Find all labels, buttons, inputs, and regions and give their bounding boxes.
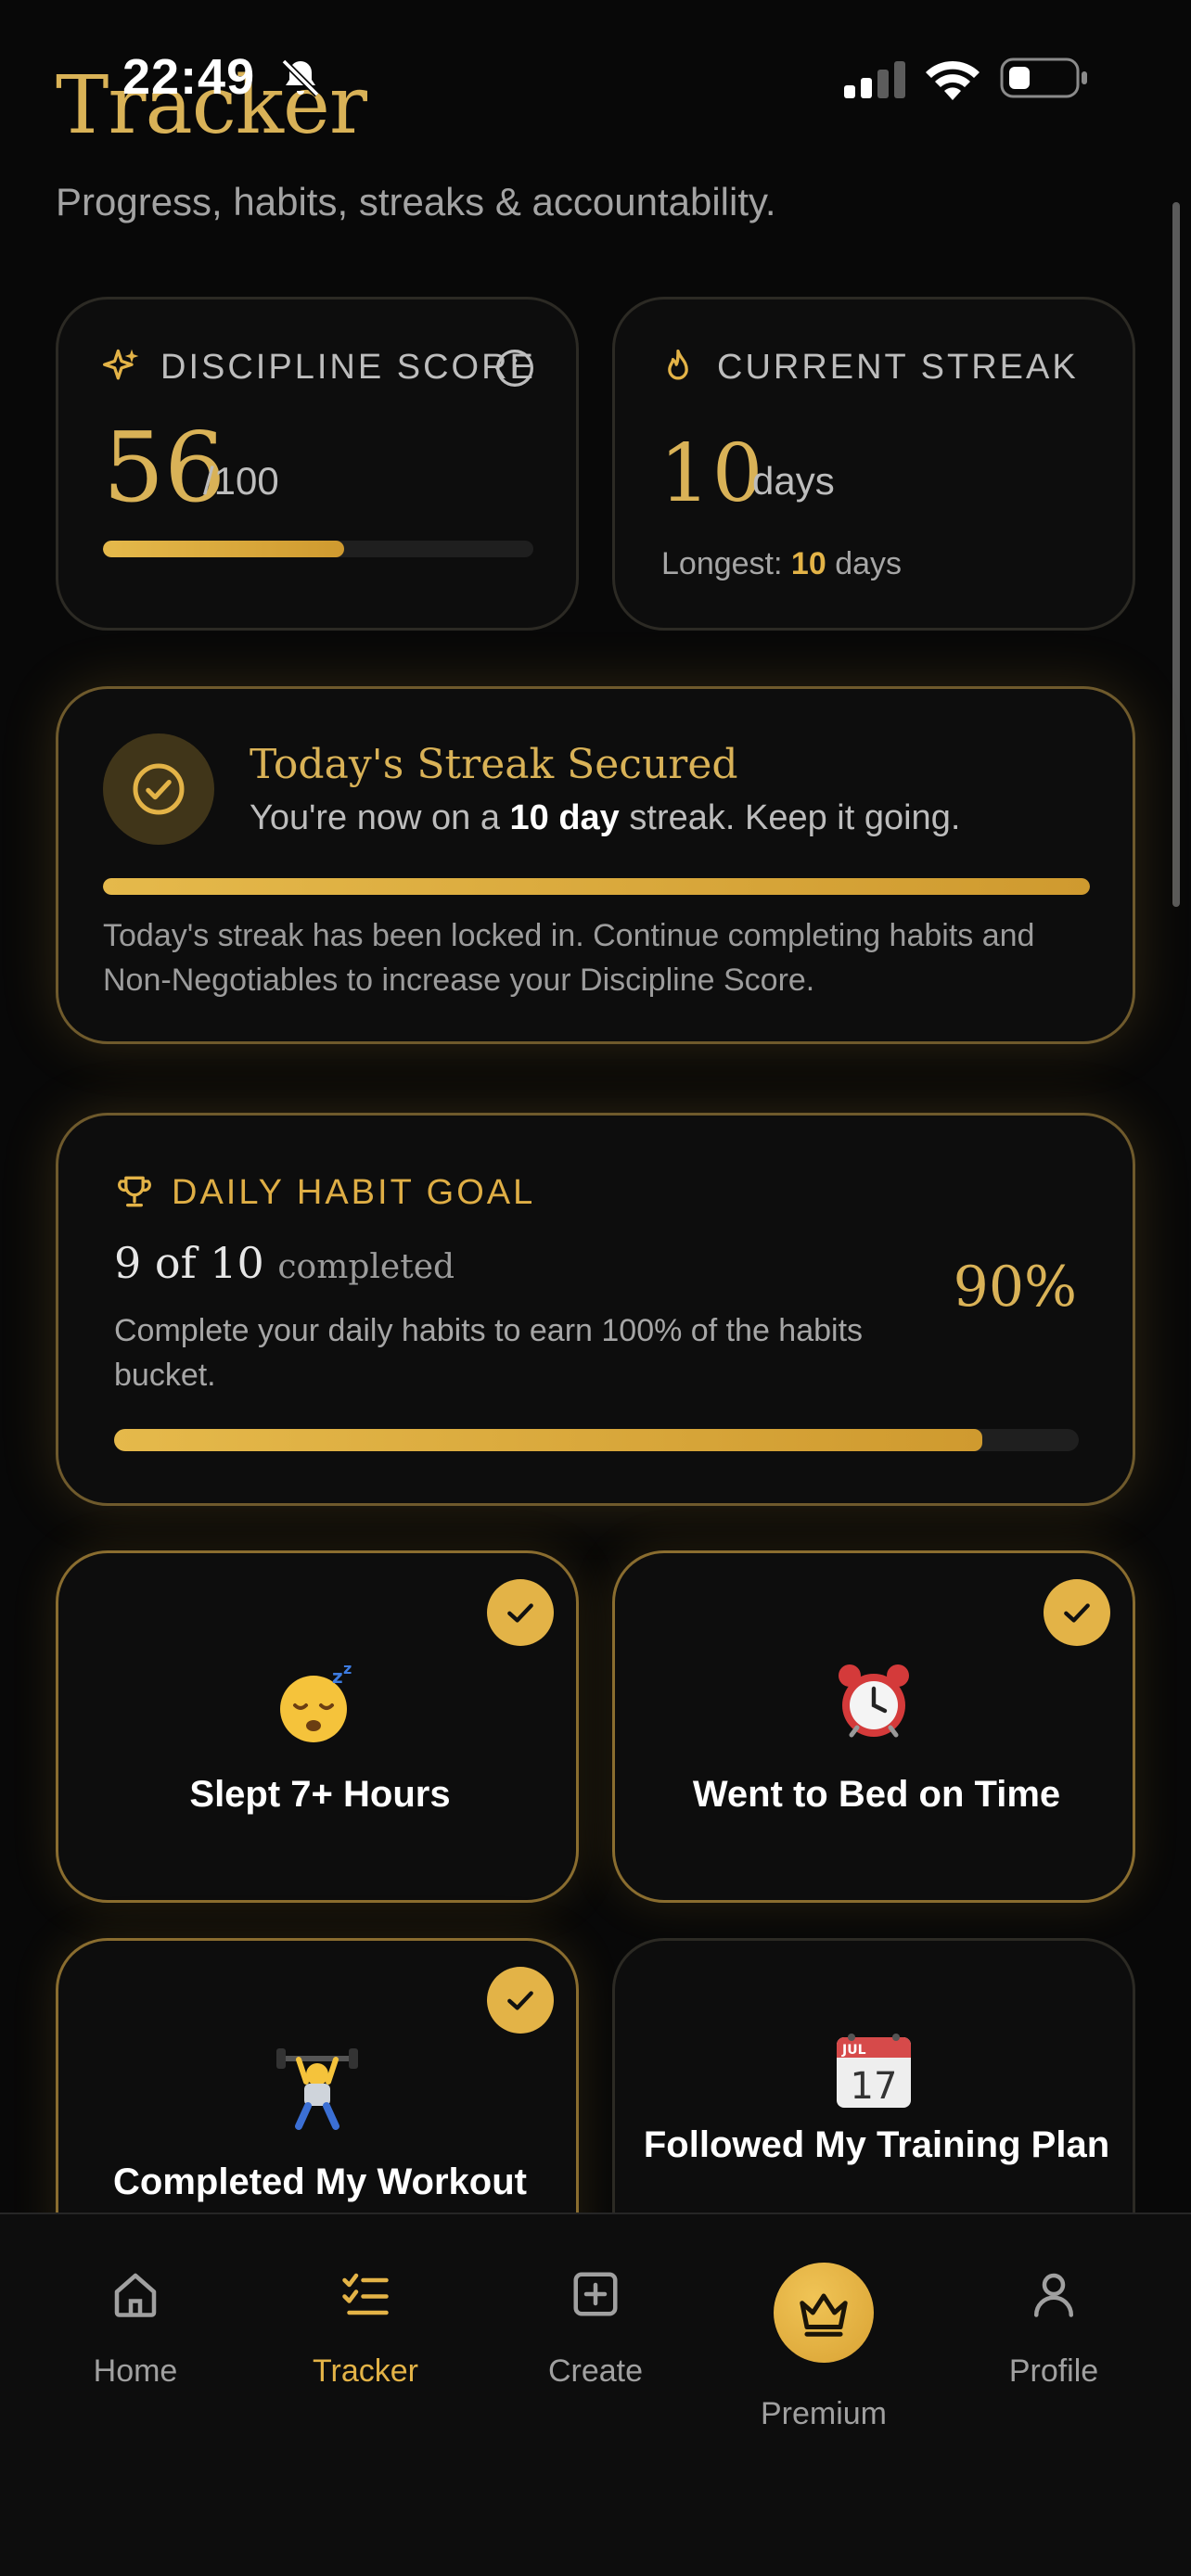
longest-streak-prefix: Longest: [661,546,783,581]
daily-habit-goal-card: DAILY HABIT GOAL 9 of 10 completed Compl… [56,1113,1135,1506]
plus-square-icon [573,2272,618,2316]
goal-count-value: 9 of 10 [114,1238,264,1288]
tab-home-label: Home [93,2353,178,2389]
discipline-score-bar [103,541,533,557]
discipline-score-card: DISCIPLINE SCORE 56 /100 [56,297,579,631]
streak-secured-title: Today's Streak Secured [250,741,738,788]
wifi-icon [926,60,980,100]
tracker-screen: Tracker 22:49 Progress, habits, streaks … [0,0,1191,2576]
habit-done-check [487,1579,554,1646]
flame-icon [668,349,688,380]
streak-secured-badge [103,733,214,845]
daily-habit-goal-label: DAILY HABIT GOAL [172,1173,536,1212]
person-icon [1034,2273,1073,2317]
discipline-score-bar-fill [103,541,344,557]
check-circle-icon [133,763,185,815]
daily-habit-goal-percent: 90% [953,1255,1077,1320]
discipline-score-label: DISCIPLINE SCORE [160,348,536,387]
daily-habit-goal-count: 9 of 10 completed [114,1238,455,1288]
habit-tile-bedtime[interactable]: Went to Bed on Time [612,1550,1135,1903]
daily-habit-goal-description: Complete your daily habits to earn 100% … [114,1313,864,1393]
habit-label: Went to Bed on Time [692,1774,1061,1815]
daily-habit-goal-bar-fill [114,1429,982,1451]
tab-create-label: Create [547,2353,644,2389]
sleeping-face-icon: z z [58,1646,576,1757]
cellular-signal-icon [844,61,905,98]
longest-streak-unit: days [835,546,903,581]
tab-tracker-label: Tracker [313,2353,418,2389]
habit-done-check [487,1967,554,2034]
home-icon [114,2273,157,2317]
longest-streak-value: 10 [790,546,826,581]
svg-text:z: z [343,1660,352,1677]
tab-home[interactable]: Home [24,2214,247,2493]
bell-off-icon [281,58,320,97]
habit-label: Completed My Workout [113,2162,527,2202]
goal-count-suffix: completed [277,1248,455,1286]
weight-lifter-icon [58,2034,576,2145]
current-streak-label: CURRENT STREAK [717,348,1079,387]
tab-premium[interactable]: Premium [712,2214,935,2493]
sparkle-icon [103,349,139,380]
trophy-icon [118,1176,151,1207]
info-icon[interactable] [494,348,535,389]
tab-premium-label: Premium [760,2396,888,2431]
checkmark-icon [507,1991,533,2010]
tab-profile-label: Profile [1008,2353,1099,2389]
discipline-score-max: /100 [203,459,279,503]
streak-secured-text-after: streak. Keep it going. [629,798,961,837]
calendar-icon: JUL 17 [615,2015,1133,2126]
premium-button[interactable] [774,2263,874,2363]
crown-icon [800,2293,848,2337]
streak-secured-text-before: You're now on a [250,798,500,837]
longest-streak: Longest: 10 days [661,546,902,582]
daily-habit-goal-bar [114,1429,1079,1451]
streak-secured-bar [103,878,1090,895]
calendar-month: JUL [841,2043,866,2058]
habit-label: Slept 7+ Hours [189,1774,451,1815]
habit-tile-slept[interactable]: z z Slept 7+ Hours [56,1550,579,1903]
tab-create[interactable]: Create [484,2214,707,2493]
checklist-icon [342,2273,389,2315]
current-streak-unit: days [752,459,835,503]
tab-tracker[interactable]: Tracker [254,2214,477,2493]
checkmark-icon [1064,1603,1090,1623]
scrollbar[interactable] [1172,202,1180,907]
streak-secured-text-bold: 10 day [509,798,620,837]
status-time: 22:49 [122,49,256,105]
svg-text:z: z [332,1665,343,1688]
battery-icon [1000,57,1087,98]
tab-bar: Home Tracker Create Premium Profile [0,2213,1191,2576]
tab-profile[interactable]: Profile [942,2214,1165,2493]
streak-secured-text: You're now on a 10 day streak. Keep it g… [250,798,960,838]
current-streak-card: CURRENT STREAK 10 days Longest: 10 days [612,297,1135,631]
alarm-clock-icon [615,1646,1133,1757]
current-streak-value: 10 [660,427,765,520]
page-subtitle: Progress, habits, streaks & accountabili… [56,180,776,223]
calendar-day: 17 [851,2065,898,2108]
habit-done-check [1044,1579,1110,1646]
streak-secured-card: Today's Streak Secured You're now on a 1… [56,686,1135,1044]
streak-secured-bar-fill [103,878,1090,895]
habit-label: Followed My Training Plan [643,2124,1110,2165]
streak-secured-note: Today's streak has been locked in. Conti… [103,918,1035,998]
checkmark-icon [507,1603,533,1623]
